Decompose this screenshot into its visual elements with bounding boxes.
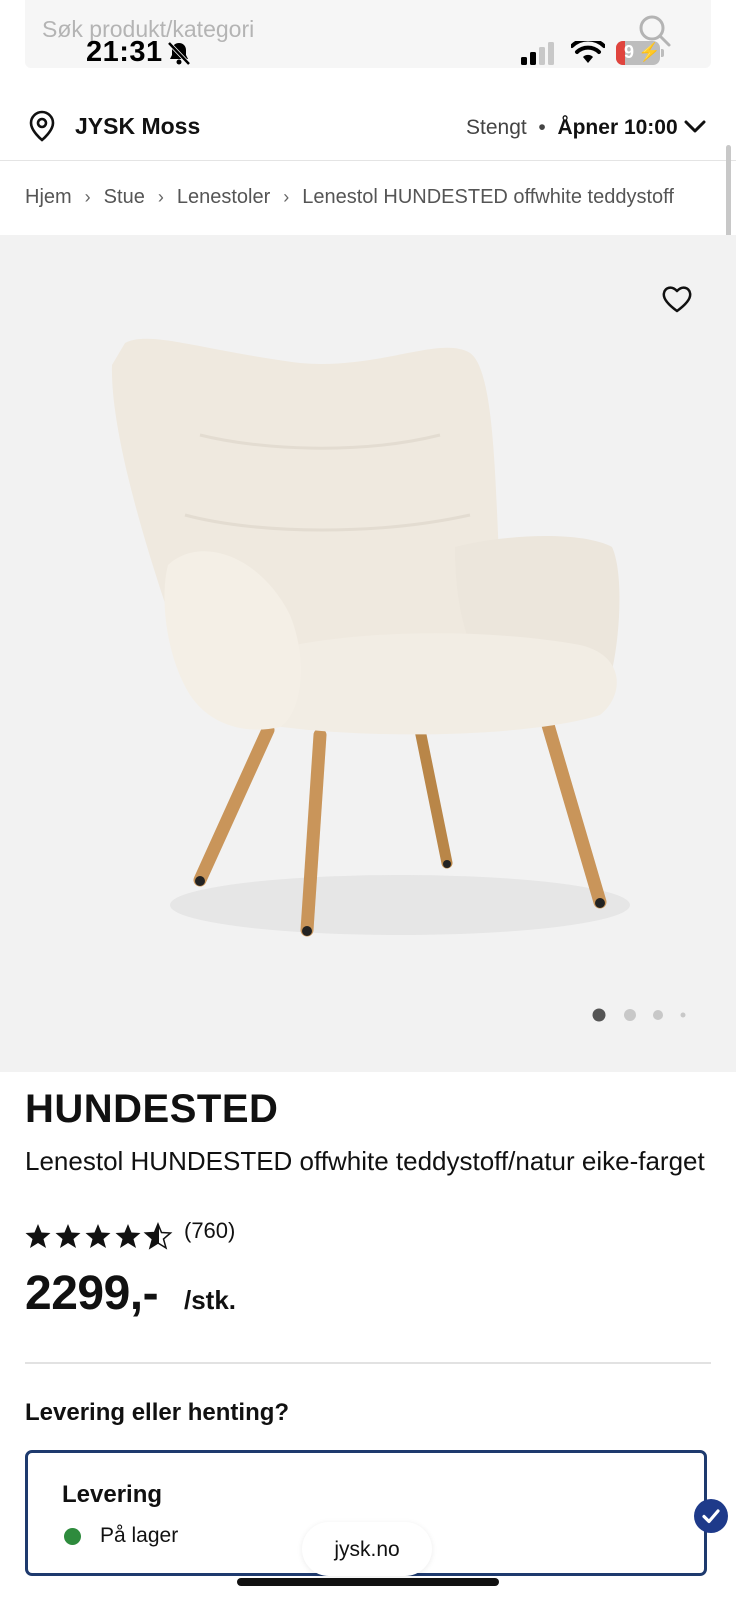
store-name[interactable]: JYSK Moss <box>75 113 200 140</box>
rating-count[interactable]: (760) <box>184 1218 235 1244</box>
breadcrumb-item-home[interactable]: Hjem <box>25 186 72 208</box>
store-closed-label: Stengt <box>466 116 527 139</box>
store-opening-status[interactable]: Stengt • Åpner 10:00 <box>466 116 678 140</box>
product-name: Lenestol HUNDESTED offwhite teddystoff/n… <box>25 1146 705 1176</box>
wifi-icon <box>570 37 606 70</box>
rating-stars[interactable] <box>25 1222 175 1255</box>
muted-bell-icon <box>166 40 192 71</box>
chevron-right-icon: › <box>157 187 164 207</box>
price-unit: /stk. <box>184 1285 237 1315</box>
product-image <box>111 338 630 937</box>
cellular-signal-icon <box>521 42 559 71</box>
location-pin-icon <box>28 110 56 147</box>
chevron-down-icon[interactable] <box>684 120 706 139</box>
breadcrumb-item-lenestoler[interactable]: Lenestoler <box>177 186 270 208</box>
chevron-right-icon: › <box>283 187 290 207</box>
gallery-pagination[interactable] <box>592 1008 692 1027</box>
divider <box>25 1362 711 1364</box>
breadcrumb: Hjem › Stue › Lenestoler › Lenestol HUNDESTED … <box>25 186 674 209</box>
product-brand: HUNDESTED <box>25 1087 279 1131</box>
delivery-heading: Levering eller henting? <box>25 1399 290 1426</box>
status-time: 21:31 <box>86 36 163 68</box>
chevron-right-icon: › <box>84 187 91 207</box>
battery-level: 9 <box>624 42 635 62</box>
favorite-heart-icon[interactable] <box>662 285 692 318</box>
store-opens-label: Åpner 10:00 <box>557 116 678 139</box>
in-stock-indicator <box>64 1528 81 1545</box>
browser-url[interactable]: jysk.no <box>302 1538 432 1562</box>
breadcrumb-item-stue[interactable]: Stue <box>104 186 145 208</box>
battery-icon: 9 ⚡ <box>616 41 664 65</box>
home-indicator[interactable] <box>237 1578 499 1586</box>
separator-dot: • <box>532 116 552 139</box>
breadcrumb-item-current: Lenestol HUNDESTED offwhite teddystoff <box>302 186 674 208</box>
stock-status: På lager <box>100 1524 179 1547</box>
product-image-gallery[interactable] <box>0 235 736 1072</box>
delivery-option-title: Levering <box>62 1481 163 1508</box>
checkmark-icon <box>694 1499 728 1533</box>
product-price: 2299,- <box>25 1267 159 1320</box>
